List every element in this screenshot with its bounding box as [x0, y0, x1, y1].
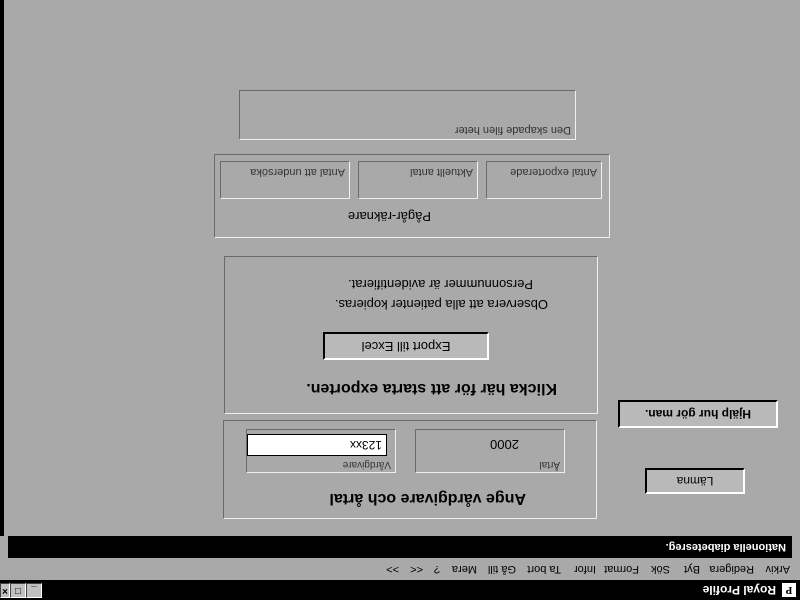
export-heading: Klicka här för att starta exporten.: [306, 380, 557, 397]
window-title: Royal Profile: [702, 583, 776, 597]
window-edge: [0, 0, 4, 536]
caregiver-year-heading: Ange vårdgivare och årtal: [329, 490, 526, 507]
export-panel: Klicka här för att starta exporten. Expo…: [224, 256, 598, 414]
status-bar: Nationella diabetesreg.: [8, 536, 792, 558]
menu-item-previous[interactable]: <<: [410, 562, 423, 576]
exported-count-box: Antal exporterade: [486, 161, 602, 199]
menu-item-ga-till[interactable]: Gå till: [488, 562, 516, 576]
to-examine-count-label: Antal att undersöka: [250, 166, 345, 178]
close-button[interactable]: ×: [0, 583, 10, 598]
exported-count-label: Antal exporterade: [510, 166, 597, 178]
year-value: 2000: [490, 437, 519, 452]
caregiver-input[interactable]: 123xx: [247, 434, 387, 456]
menu-item-ta-bort[interactable]: Ta bort: [527, 562, 561, 576]
menu-item-byt[interactable]: Byt: [684, 562, 700, 576]
help-button[interactable]: Hjälp hur gör man.: [618, 400, 778, 428]
menu-item-infor[interactable]: Infor: [574, 562, 596, 576]
menu-item-arkiv[interactable]: Arkiv: [766, 562, 790, 576]
progress-counter-panel: Pågår-räknare Antal exporterade Aktuellt…: [214, 154, 610, 238]
to-examine-count-box: Antal att undersöka: [220, 161, 350, 199]
maximize-button[interactable]: □: [10, 583, 26, 598]
created-file-box: Den skapade filen heter: [239, 90, 576, 140]
minimize-button[interactable]: _: [26, 583, 42, 598]
title-bar: P Royal Profile _ □ ×: [0, 580, 800, 600]
export-note-copy: Observera att alla patienter kopieras.: [334, 297, 548, 312]
menu-bar: Arkiv Redigera Byt Sök Format Infor Ta b…: [0, 558, 800, 580]
caregiver-year-panel: Ange vårdgivare och årtal Årtal 2000 Vår…: [223, 420, 597, 519]
menu-item-sok[interactable]: Sök: [651, 562, 670, 576]
year-label: Årtal: [539, 459, 560, 470]
export-note-anonymized: Personnummer är avidentifierat.: [348, 277, 533, 292]
progress-counter-title: Pågår-räknare: [347, 209, 431, 224]
current-count-label: Aktuellt antal: [410, 166, 473, 178]
caregiver-field-box: Vårdgivare 123xx: [246, 429, 396, 473]
menu-item-help[interactable]: ?: [434, 562, 440, 576]
menu-item-redigera[interactable]: Redigera: [709, 562, 754, 576]
export-to-excel-button[interactable]: Export till Excel: [323, 332, 489, 360]
created-file-label: Den skapade filen heter: [454, 124, 571, 136]
menu-item-mera[interactable]: Mera: [452, 562, 477, 576]
app-icon: P: [782, 583, 796, 597]
year-field-box: Årtal 2000: [415, 429, 565, 473]
leave-button[interactable]: Lämna: [645, 468, 745, 494]
status-text: Nationella diabetesreg.: [665, 541, 786, 553]
current-count-box: Aktuellt antal: [358, 161, 478, 199]
menu-item-next[interactable]: >>: [386, 562, 399, 576]
caregiver-label: Vårdgivare: [342, 459, 391, 470]
menu-item-format[interactable]: Format: [604, 562, 639, 576]
